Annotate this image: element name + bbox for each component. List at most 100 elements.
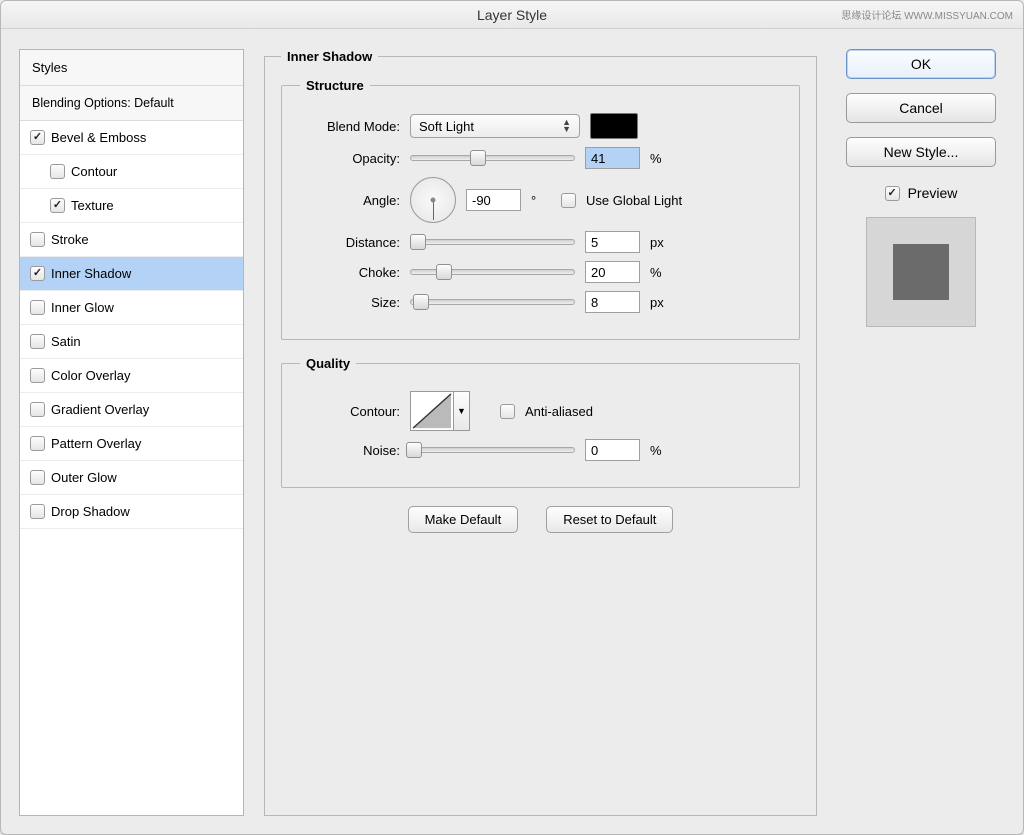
anti-aliased-label: Anti-aliased <box>525 404 593 419</box>
style-item-pattern-overlay[interactable]: Pattern Overlay <box>20 427 243 461</box>
size-input[interactable] <box>585 291 640 313</box>
row-blend-mode: Blend Mode: Soft Light ▲▼ <box>300 113 781 139</box>
style-item-label: Color Overlay <box>51 368 130 383</box>
style-checkbox[interactable] <box>50 164 65 179</box>
label-contour: Contour: <box>300 404 400 419</box>
blend-mode-select[interactable]: Soft Light ▲▼ <box>410 114 580 138</box>
blend-mode-value: Soft Light <box>419 119 474 134</box>
label-distance: Distance: <box>300 235 400 250</box>
label-size: Size: <box>300 295 400 310</box>
row-size: Size: px <box>300 291 781 313</box>
row-opacity: Opacity: % <box>300 147 781 169</box>
style-checkbox[interactable] <box>30 300 45 315</box>
size-slider[interactable] <box>410 299 575 305</box>
row-choke: Choke: % <box>300 261 781 283</box>
watermark-text: 思缘设计论坛 WWW.MISSYUAN.COM <box>841 7 1013 22</box>
angle-input[interactable] <box>466 189 521 211</box>
row-distance: Distance: px <box>300 231 781 253</box>
label-choke: Choke: <box>300 265 400 280</box>
style-checkbox[interactable] <box>30 470 45 485</box>
effect-title: Inner Shadow <box>281 49 378 64</box>
style-item-gradient-overlay[interactable]: Gradient Overlay <box>20 393 243 427</box>
noise-slider[interactable] <box>410 447 575 453</box>
distance-slider-thumb[interactable] <box>410 234 426 250</box>
angle-center-dot <box>431 198 436 203</box>
style-checkbox[interactable] <box>50 198 65 213</box>
style-item-stroke[interactable]: Stroke <box>20 223 243 257</box>
cancel-button[interactable]: Cancel <box>846 93 996 123</box>
style-item-satin[interactable]: Satin <box>20 325 243 359</box>
effect-outer-fieldset: Inner Shadow Structure Blend Mode: Soft … <box>264 49 817 816</box>
noise-input[interactable] <box>585 439 640 461</box>
structure-legend: Structure <box>300 78 370 93</box>
style-item-label: Contour <box>71 164 117 179</box>
make-default-button[interactable]: Make Default <box>408 506 519 533</box>
style-checkbox[interactable] <box>30 232 45 247</box>
contour-swatch-icon <box>410 391 454 431</box>
preview-checkbox[interactable] <box>885 186 900 201</box>
choke-slider[interactable] <box>410 269 575 275</box>
choke-input[interactable] <box>585 261 640 283</box>
angle-dial[interactable] <box>410 177 456 223</box>
label-blend-mode: Blend Mode: <box>300 119 400 134</box>
style-checkbox[interactable] <box>30 402 45 417</box>
sidebar-blending-options[interactable]: Blending Options: Default <box>20 86 243 121</box>
preview-box <box>866 217 976 327</box>
style-checkbox[interactable] <box>30 436 45 451</box>
dialog-content: Styles Blending Options: Default Bevel &… <box>1 29 1023 834</box>
style-item-label: Outer Glow <box>51 470 117 485</box>
contour-dropdown-arrow-icon[interactable]: ▼ <box>454 391 470 431</box>
style-item-inner-shadow[interactable]: Inner Shadow <box>20 257 243 291</box>
style-item-label: Bevel & Emboss <box>51 130 146 145</box>
style-item-contour[interactable]: Contour <box>20 155 243 189</box>
default-buttons-row: Make Default Reset to Default <box>281 506 800 533</box>
choke-unit: % <box>650 265 670 280</box>
sidebar-header-styles[interactable]: Styles <box>20 50 243 86</box>
style-item-label: Gradient Overlay <box>51 402 149 417</box>
shadow-color-swatch[interactable] <box>590 113 638 139</box>
reset-default-button[interactable]: Reset to Default <box>546 506 673 533</box>
style-item-outer-glow[interactable]: Outer Glow <box>20 461 243 495</box>
row-contour: Contour: ▼ Anti-aliased <box>300 391 781 431</box>
style-item-drop-shadow[interactable]: Drop Shadow <box>20 495 243 529</box>
opacity-slider-thumb[interactable] <box>470 150 486 166</box>
preview-swatch <box>893 244 949 300</box>
layer-style-window: Layer Style 思缘设计论坛 WWW.MISSYUAN.COM Styl… <box>0 0 1024 835</box>
ok-button[interactable]: OK <box>846 49 996 79</box>
style-checkbox[interactable] <box>30 368 45 383</box>
preview-label: Preview <box>908 185 958 201</box>
size-slider-thumb[interactable] <box>413 294 429 310</box>
opacity-input[interactable] <box>585 147 640 169</box>
style-item-color-overlay[interactable]: Color Overlay <box>20 359 243 393</box>
contour-picker[interactable]: ▼ <box>410 391 470 431</box>
anti-aliased-checkbox[interactable] <box>500 404 515 419</box>
angle-needle <box>433 200 434 220</box>
distance-unit: px <box>650 235 670 250</box>
distance-input[interactable] <box>585 231 640 253</box>
style-checkbox[interactable] <box>30 334 45 349</box>
opacity-slider[interactable] <box>410 155 575 161</box>
window-title: Layer Style <box>477 7 547 23</box>
select-arrows-icon: ▲▼ <box>562 119 571 133</box>
distance-slider[interactable] <box>410 239 575 245</box>
style-checkbox[interactable] <box>30 504 45 519</box>
style-item-bevel-emboss[interactable]: Bevel & Emboss <box>20 121 243 155</box>
style-checkbox[interactable] <box>30 130 45 145</box>
label-angle: Angle: <box>300 193 400 208</box>
new-style-button[interactable]: New Style... <box>846 137 996 167</box>
style-item-inner-glow[interactable]: Inner Glow <box>20 291 243 325</box>
quality-legend: Quality <box>300 356 356 371</box>
choke-slider-thumb[interactable] <box>436 264 452 280</box>
right-column: OK Cancel New Style... Preview <box>837 49 1005 816</box>
style-item-texture[interactable]: Texture <box>20 189 243 223</box>
opacity-unit: % <box>650 151 670 166</box>
global-light-checkbox[interactable] <box>561 193 576 208</box>
style-checkbox[interactable] <box>30 266 45 281</box>
style-item-label: Inner Glow <box>51 300 114 315</box>
style-item-label: Drop Shadow <box>51 504 130 519</box>
style-item-label: Satin <box>51 334 81 349</box>
quality-fieldset: Quality Contour: ▼ Anti-aliased <box>281 356 800 488</box>
style-item-label: Pattern Overlay <box>51 436 141 451</box>
noise-slider-thumb[interactable] <box>406 442 422 458</box>
global-light-label: Use Global Light <box>586 193 682 208</box>
